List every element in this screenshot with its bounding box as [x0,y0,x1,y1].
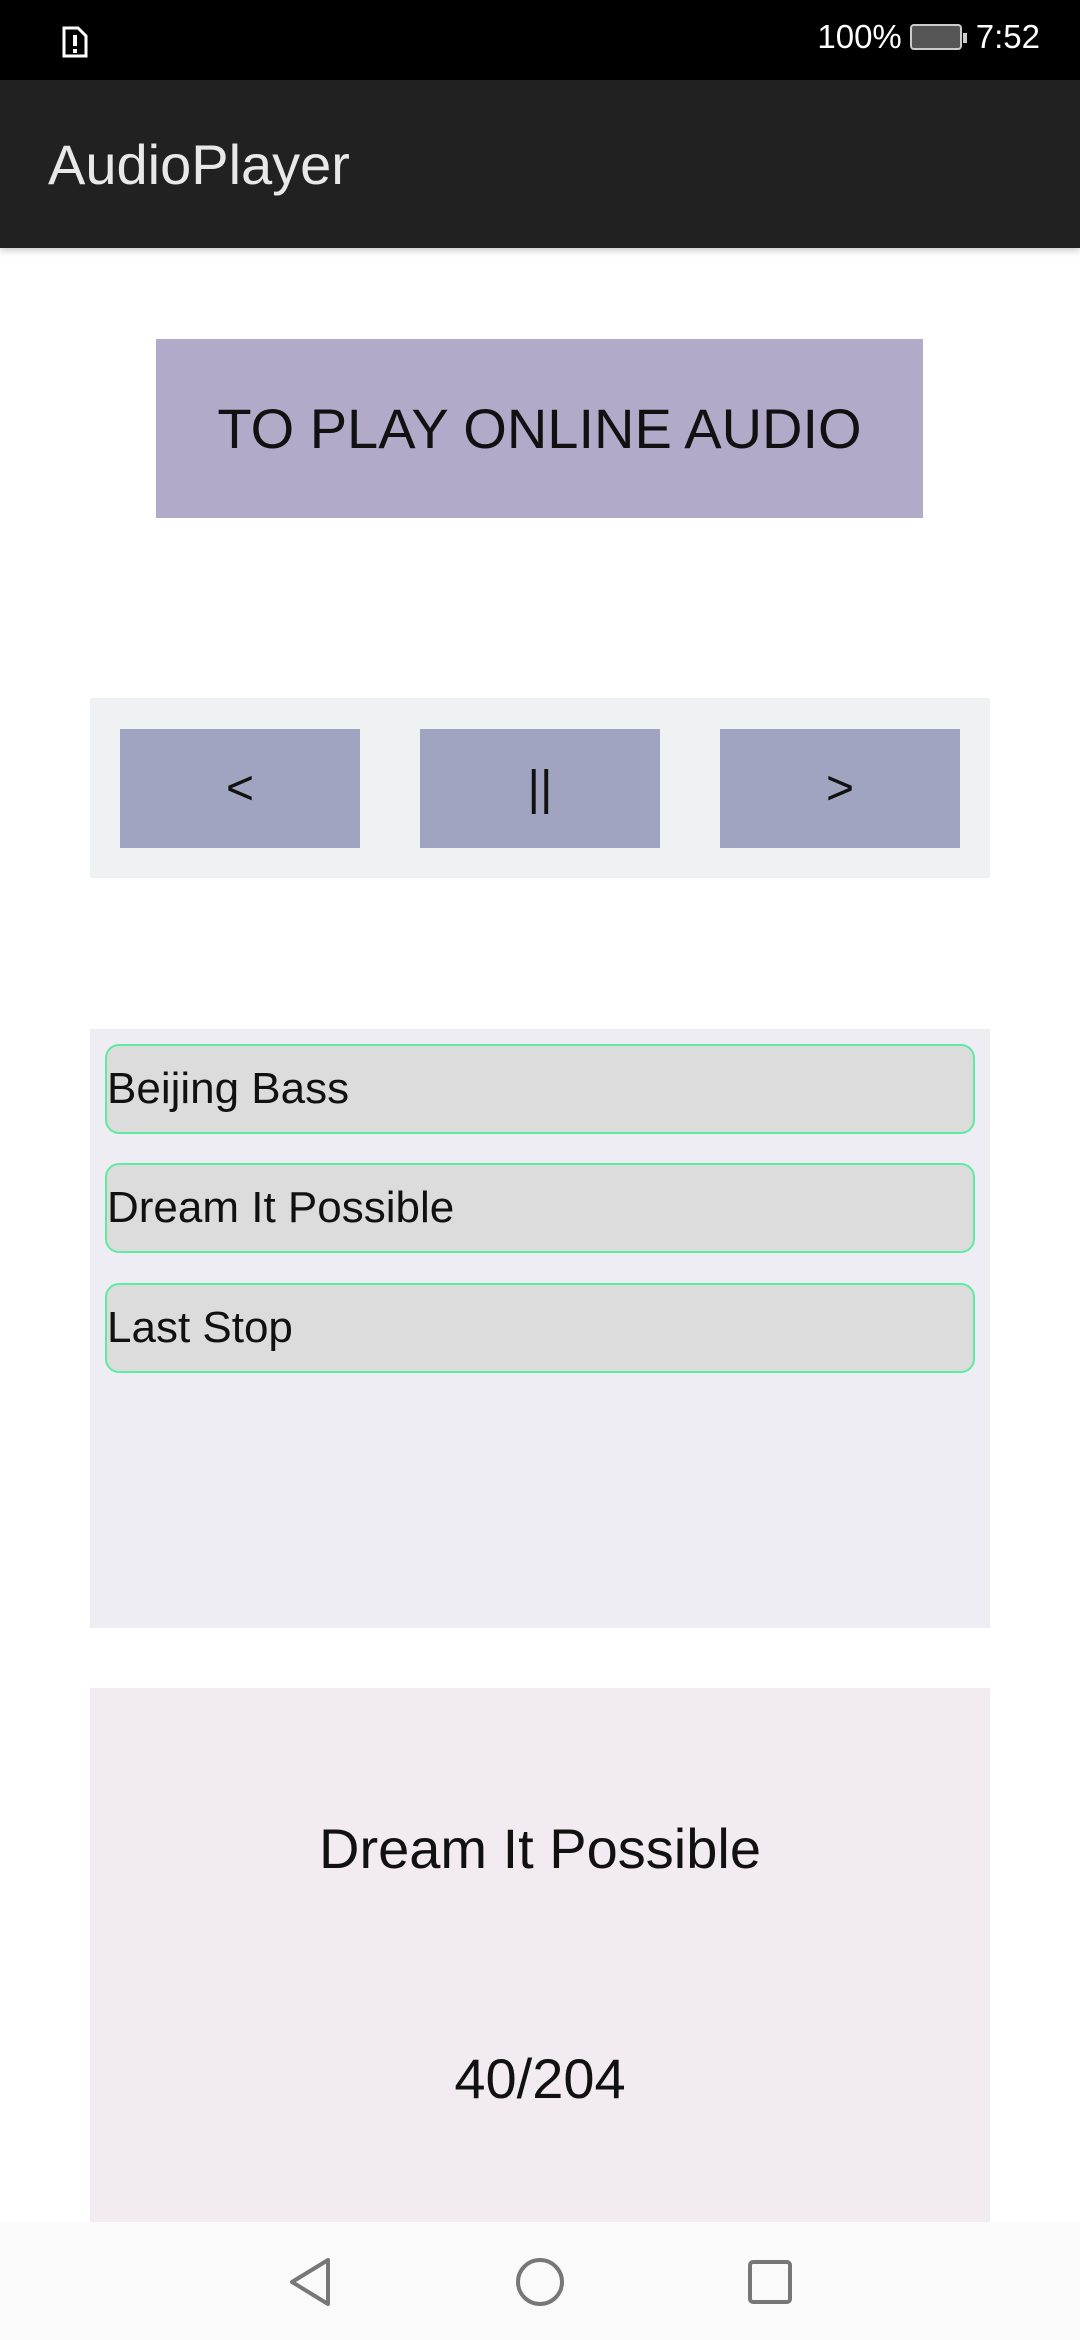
now-playing-title: Dream It Possible [319,1817,761,1880]
sim-alert-icon [62,26,88,58]
playlist-item[interactable]: Dream It Possible [105,1163,975,1253]
status-bar: 100% 7:52 [0,0,1080,80]
next-button[interactable]: > [720,729,960,848]
now-playing-panel: Dream It Possible 40/204 [90,1688,990,2248]
app-title: AudioPlayer [48,133,350,196]
pause-button[interactable]: || [420,729,660,848]
navigation-bar [0,2222,1080,2340]
app-toolbar: AudioPlayer [0,80,1080,248]
recents-icon[interactable] [746,2258,794,2306]
home-icon[interactable] [514,2256,566,2308]
play-online-audio-button[interactable]: TO PLAY ONLINE AUDIO [156,339,923,518]
playback-controls: < || > [90,698,990,878]
playlist-item[interactable]: Last Stop [105,1283,975,1373]
battery-charging-icon [909,24,967,50]
previous-button[interactable]: < [120,729,360,848]
playlist: Beijing Bass Dream It Possible Last Stop [90,1029,990,1628]
playlist-item[interactable]: Beijing Bass [105,1044,975,1134]
back-icon[interactable] [286,2256,334,2308]
playback-progress: 40/204 [454,2047,626,2110]
clock: 7:52 [975,18,1040,55]
battery-percent: 100% [817,18,902,55]
